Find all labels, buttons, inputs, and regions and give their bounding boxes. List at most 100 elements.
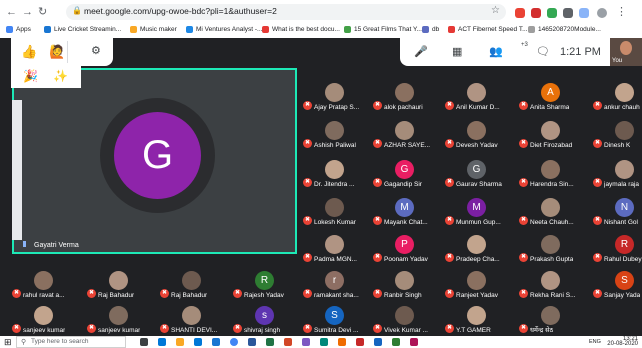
participant-tile[interactable]: ✖ Devesh Yadav bbox=[445, 120, 509, 150]
participant-tile[interactable]: ✖ Anil Kumar D... bbox=[445, 82, 509, 112]
participant-tile[interactable]: R ✖ Rajesh Yadav bbox=[233, 270, 297, 300]
participant-tile[interactable]: G ✖ Gagandip Sir bbox=[373, 159, 437, 189]
bookmark-item[interactable]: Apps bbox=[6, 26, 31, 33]
participant-tile[interactable]: ✖ jaymala raja bbox=[593, 159, 642, 189]
pinned-participant-tile[interactable]: G Gayatri Verma bbox=[12, 68, 297, 254]
edge-icon[interactable] bbox=[158, 338, 166, 346]
participant-tile[interactable]: s ✖ shivraj singh bbox=[233, 305, 297, 335]
thumbs-up-icon[interactable]: 👍 bbox=[21, 44, 37, 60]
bookmark-item[interactable]: Music maker bbox=[130, 26, 177, 33]
participant-tile[interactable]: ✖ Y.T GAMER bbox=[445, 305, 509, 335]
muted-mic-icon: ✖ bbox=[519, 324, 528, 333]
bookmark-star-icon[interactable]: ☆ bbox=[491, 5, 500, 16]
participant-tile[interactable]: ✖ Raj Bahadur bbox=[87, 270, 151, 300]
people-icon[interactable]: 👥 bbox=[489, 45, 503, 58]
powerpoint-icon[interactable] bbox=[284, 338, 292, 346]
extension-icon[interactable] bbox=[515, 8, 525, 18]
participant-tile[interactable]: R ✖ Rahul Dubey bbox=[593, 234, 642, 264]
taskbar-search-box[interactable]: ⚲ Type here to search bbox=[16, 336, 126, 348]
participant-tile[interactable]: ✖ sanjeev kumar bbox=[87, 305, 151, 335]
participant-tile[interactable]: ✖ Prakash Gupta bbox=[519, 234, 583, 264]
participant-tile[interactable]: ✖ Dr. Jitendra ... bbox=[303, 159, 367, 189]
windows-start-icon[interactable]: ⊞ bbox=[4, 337, 12, 348]
participant-tile[interactable]: S ✖ Sanjay Yada bbox=[593, 270, 642, 300]
participant-tile[interactable]: ✖ धर्मेन्द्र सेठ bbox=[519, 305, 583, 335]
participant-tile[interactable]: ✖ Ranjeet Yadav bbox=[445, 270, 509, 300]
participant-tile[interactable]: ✖ alok pachauri bbox=[373, 82, 437, 112]
chat-icon[interactable]: 🗨 bbox=[536, 45, 550, 58]
reload-icon[interactable]: ↻ bbox=[38, 5, 47, 19]
app-icon[interactable] bbox=[392, 338, 400, 346]
grid-layout-icon[interactable]: ▦ bbox=[452, 45, 462, 58]
bookmark-item[interactable]: Live Cricket Streamin... bbox=[44, 26, 121, 33]
party-popper-icon[interactable]: 🎉 bbox=[23, 69, 38, 83]
sparkle-icon[interactable]: ✨ bbox=[53, 69, 68, 83]
bookmark-item[interactable]: db bbox=[422, 26, 439, 33]
language-indicator[interactable]: ENG bbox=[589, 339, 601, 345]
participant-tile[interactable]: ✖ Padma MGN... bbox=[303, 234, 367, 264]
app-icon[interactable] bbox=[410, 338, 418, 346]
mail-icon[interactable] bbox=[212, 338, 220, 346]
app-icon[interactable] bbox=[338, 338, 346, 346]
profile-avatar[interactable] bbox=[597, 8, 607, 18]
extensions-puzzle-icon[interactable] bbox=[579, 8, 589, 18]
task-view-icon[interactable] bbox=[140, 338, 148, 346]
participant-tile[interactable]: ✖ Ajay Pratap S... bbox=[303, 82, 367, 112]
participant-tile[interactable]: P ✖ Poonam Yadav bbox=[373, 234, 437, 264]
participant-tile[interactable]: ✖ SHANTI DEVI... bbox=[160, 305, 224, 335]
participant-tile[interactable]: ✖ Lokesh Kumar bbox=[303, 197, 367, 227]
store-icon[interactable] bbox=[194, 338, 202, 346]
participant-tile[interactable]: ✖ Diet Firozabad bbox=[519, 120, 583, 150]
microphone-icon[interactable]: 🎤 bbox=[414, 45, 428, 58]
back-icon[interactable]: ← bbox=[6, 5, 17, 19]
participant-tile[interactable]: ✖ Ashish Paliwal bbox=[303, 120, 367, 150]
bookmark-item[interactable]: Mi Ventures Analyst -... bbox=[186, 26, 262, 33]
participant-tile[interactable]: ✖ Harendra Sin... bbox=[519, 159, 583, 189]
app-icon[interactable] bbox=[374, 338, 382, 346]
participant-tile[interactable]: ✖ Vivek Kumar ... bbox=[373, 305, 437, 335]
bookmark-item[interactable]: 15 Great Films That Y... bbox=[344, 26, 422, 33]
self-view-tile[interactable]: You bbox=[610, 38, 642, 66]
bookmark-item[interactable]: 1465208720Module... bbox=[528, 26, 601, 33]
system-clock[interactable]: 13:21 20-08-2020 bbox=[607, 336, 638, 347]
file-explorer-icon[interactable] bbox=[176, 338, 184, 346]
gear-icon[interactable]: ⚙ bbox=[91, 44, 101, 57]
chrome-icon[interactable] bbox=[230, 338, 238, 346]
participant-tile[interactable]: M ✖ Mayank Chat... bbox=[373, 197, 437, 227]
participant-tile[interactable]: ✖ Dinesh K bbox=[593, 120, 642, 150]
excel-icon[interactable] bbox=[266, 338, 274, 346]
participant-tile[interactable]: r ✖ ramakant sha... bbox=[303, 270, 367, 300]
address-bar[interactable]: 🔒 meet.google.com/upg-owoe-bdc?pli=1&aut… bbox=[66, 4, 506, 20]
participant-name: Dr. Jitendra ... bbox=[314, 181, 355, 188]
participant-tile[interactable]: A ✖ Anita Sharma bbox=[519, 82, 583, 112]
bookmark-item[interactable]: What is the best docu... bbox=[262, 26, 340, 33]
word-icon[interactable] bbox=[248, 338, 256, 346]
forward-icon[interactable]: → bbox=[22, 5, 33, 19]
participant-name: Ranjeet Yadav bbox=[456, 292, 499, 299]
app-icon[interactable] bbox=[356, 338, 364, 346]
side-scrollbar[interactable] bbox=[12, 100, 22, 240]
participant-tile[interactable]: ✖ sanjeev kumar bbox=[12, 305, 76, 335]
bookmark-item[interactable]: ACT Fibernet Speed T... bbox=[448, 26, 528, 33]
url-text[interactable]: meet.google.com/upg-owoe-bdc?pli=1&authu… bbox=[84, 6, 277, 16]
extension-icon[interactable] bbox=[547, 8, 557, 18]
participant-tile[interactable]: ✖ rahul ravat a... bbox=[12, 270, 76, 300]
participant-tile[interactable]: ✖ Neeta Chauh... bbox=[519, 197, 583, 227]
app-icon[interactable] bbox=[320, 338, 328, 346]
extension-icon[interactable] bbox=[531, 8, 541, 18]
participant-tile[interactable]: ✖ ankur chauh bbox=[593, 82, 642, 112]
participant-tile[interactable]: ✖ Raj Bahadur bbox=[160, 270, 224, 300]
participant-tile[interactable]: ✖ AZHAR SAYE... bbox=[373, 120, 437, 150]
participant-tile[interactable]: S ✖ Sumitra Devi ... bbox=[303, 305, 367, 335]
menu-icon[interactable]: ⋮ bbox=[616, 5, 627, 19]
participant-tile[interactable]: N ✖ Nishant Gol bbox=[593, 197, 642, 227]
participant-tile[interactable]: ✖ Rekha Rani S... bbox=[519, 270, 583, 300]
participant-tile[interactable]: ✖ Pradeep Cha... bbox=[445, 234, 509, 264]
participant-tile[interactable]: G ✖ Gaurav Sharma bbox=[445, 159, 509, 189]
app-icon[interactable] bbox=[302, 338, 310, 346]
raise-hand-icon[interactable]: 🙋 bbox=[49, 44, 65, 60]
participant-name: Gagandip Sir bbox=[384, 181, 422, 188]
participant-tile[interactable]: M ✖ Munmun Gup... bbox=[445, 197, 509, 227]
extension-icon[interactable] bbox=[563, 8, 573, 18]
participant-tile[interactable]: ✖ Ranbir Singh bbox=[373, 270, 437, 300]
